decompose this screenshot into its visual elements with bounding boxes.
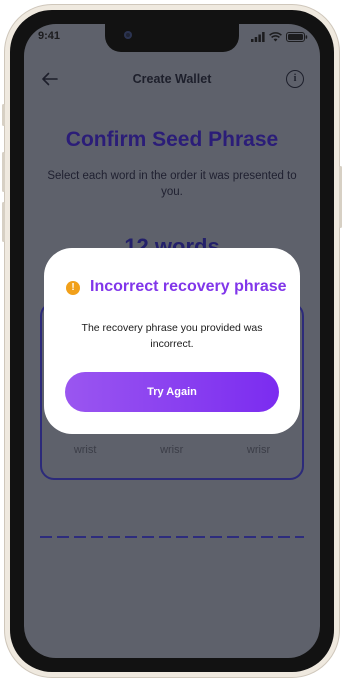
modal-message: The recovery phrase you provided was inc…	[81, 322, 263, 350]
side-button-action	[2, 104, 5, 126]
status-icons	[251, 31, 308, 43]
modal-header: ! Incorrect recovery phrase	[66, 278, 296, 300]
screen: 9:41 Create Wallet i Confirm Seed Phrase…	[24, 24, 320, 658]
status-time: 9:41	[38, 30, 61, 42]
word-chip-row: wrist wrisr wrisr	[42, 444, 302, 456]
side-button-volume-up	[2, 152, 5, 192]
modal-title: Incorrect recovery phrase	[90, 278, 287, 295]
wifi-icon	[269, 32, 282, 42]
error-modal: ! Incorrect recovery phrase The recovery…	[44, 248, 300, 434]
notch	[105, 24, 239, 52]
side-button-volume-down	[2, 202, 5, 242]
side-button-power	[339, 166, 342, 228]
app-header: Create Wallet i	[24, 68, 320, 92]
battery-icon	[286, 32, 308, 42]
header-title: Create Wallet	[132, 72, 212, 86]
page-title: Confirm Seed Phrase	[65, 128, 279, 151]
word-chip[interactable]: wrisr	[247, 444, 270, 456]
warning-icon: !	[66, 281, 80, 295]
signal-icon	[251, 32, 265, 42]
info-icon[interactable]: i	[286, 70, 304, 88]
word-chip[interactable]: wrist	[74, 444, 97, 456]
try-again-button[interactable]: Try Again	[65, 372, 279, 412]
page-subtitle: Select each word in the order it was pre…	[47, 170, 297, 198]
word-chip[interactable]: wrisr	[160, 444, 183, 456]
camera-icon	[124, 31, 132, 39]
dashed-separator	[40, 536, 304, 538]
